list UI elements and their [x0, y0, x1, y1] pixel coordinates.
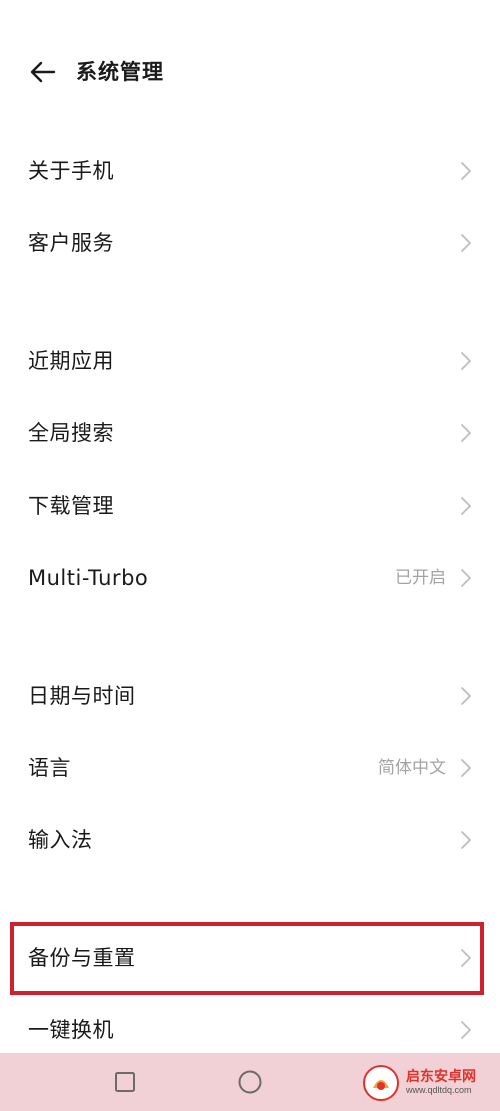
- menu-item-recent-apps[interactable]: 近期应用: [0, 328, 500, 394]
- header-bar: 系统管理: [0, 42, 500, 102]
- menu-item-value: 已开启: [395, 568, 446, 588]
- menu-item-date-time[interactable]: 日期与时间: [0, 663, 500, 729]
- chevron-right-icon: [461, 949, 471, 967]
- menu-item-label: 日期与时间: [28, 684, 136, 708]
- chevron-right-icon: [461, 234, 471, 252]
- menu-item-customer-service[interactable]: 客户服务: [0, 210, 500, 276]
- watermark-logo-icon: [363, 1065, 399, 1101]
- watermark-url: www.qdltdq.com: [406, 1084, 472, 1095]
- menu-item-language[interactable]: 语言 简体中文: [0, 735, 500, 801]
- chevron-right-icon: [461, 831, 471, 849]
- menu-item-about-phone[interactable]: 关于手机: [0, 138, 500, 204]
- menu-item-label: 备份与重置: [28, 946, 136, 970]
- chevron-right-icon: [461, 1021, 471, 1039]
- chevron-right-icon: [461, 162, 471, 180]
- square-icon: [115, 1072, 135, 1092]
- chevron-right-icon: [461, 424, 471, 442]
- menu-item-global-search[interactable]: 全局搜索: [0, 400, 500, 466]
- watermark-text: 启东安卓网 www.qdltdq.com: [406, 1069, 476, 1095]
- menu-item-download-manager[interactable]: 下载管理: [0, 473, 500, 539]
- menu-item-label: 语言: [28, 756, 71, 780]
- chevron-right-icon: [461, 352, 471, 370]
- chevron-right-icon: [461, 569, 471, 587]
- back-button[interactable]: [24, 56, 62, 88]
- menu-item-input-method[interactable]: 输入法: [0, 807, 500, 873]
- settings-screen: 系统管理 关于手机 客户服务 近期应用 全局搜索 下载管理 Multi-Turb…: [0, 0, 500, 1111]
- watermark-logo: [362, 1064, 400, 1102]
- menu-item-label: 输入法: [28, 828, 93, 852]
- menu-item-label: 一键换机: [28, 1018, 114, 1042]
- home-button[interactable]: [237, 1069, 263, 1095]
- menu-item-label: 全局搜索: [28, 421, 114, 445]
- chevron-right-icon: [461, 759, 471, 777]
- watermark: 启东安卓网 www.qdltdq.com: [362, 1060, 500, 1106]
- menu-item-label: Multi-Turbo: [28, 566, 149, 590]
- chevron-right-icon: [461, 687, 471, 705]
- menu-item-multi-turbo[interactable]: Multi-Turbo 已开启: [0, 545, 500, 611]
- menu-item-label: 客户服务: [28, 231, 114, 255]
- page-title: 系统管理: [76, 60, 164, 84]
- circle-icon: [238, 1070, 262, 1094]
- recent-apps-button[interactable]: [114, 1071, 136, 1093]
- chevron-right-icon: [461, 497, 471, 515]
- menu-item-value: 简体中文: [378, 758, 446, 778]
- watermark-name: 启东安卓网: [406, 1069, 476, 1086]
- menu-item-backup-reset[interactable]: 备份与重置: [0, 925, 500, 991]
- menu-item-label: 近期应用: [28, 349, 114, 373]
- menu-item-label: 下载管理: [28, 494, 114, 518]
- menu-item-label: 关于手机: [28, 159, 114, 183]
- arrow-left-icon: [30, 61, 56, 83]
